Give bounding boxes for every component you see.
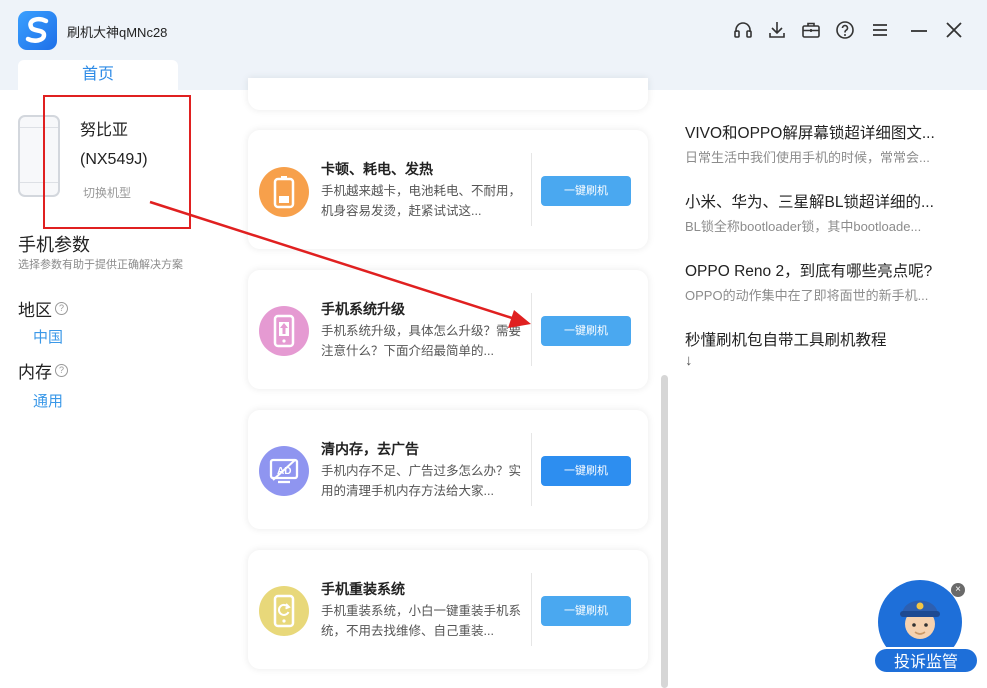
complaint-button[interactable]: 投诉监管 (873, 647, 979, 674)
flash-button[interactable]: 一键刷机 (541, 596, 631, 626)
card-divider (531, 293, 532, 366)
param-label-text: 内存 (18, 363, 52, 382)
article-subtitle: 日常生活中我们使用手机的时候，常常会... (685, 150, 930, 165)
card-reinstall-system: 手机重装系统 手机重装系统，小白一键重装手机系统，不用去找维修、自己重装... … (248, 550, 648, 669)
card-desc: 手机重装系统，小白一键重装手机系统，不用去找维修、自己重装... (321, 604, 522, 638)
param-label-region: 地区 ? (18, 296, 68, 321)
card-divider (531, 153, 532, 226)
card-desc: 手机系统升级，具体怎么升级？需要注意什么？下面介绍最简单的... (321, 324, 522, 358)
app-title: 刷机大神qMNc28 (67, 25, 168, 40)
card-divider (531, 433, 532, 506)
app-logo-icon (18, 11, 57, 50)
toolbox-icon[interactable] (799, 18, 823, 42)
card-clear-memory: AD 清内存，去广告 手机内存不足、广告过多怎么办？实用的清理手机内存方法给大家… (248, 410, 648, 529)
tab-home[interactable]: 首页 (18, 60, 178, 90)
flash-button[interactable]: 一键刷机 (541, 316, 631, 346)
article-subtitle: ↓ (685, 352, 693, 369)
params-title: 手机参数 (18, 235, 90, 255)
phone-reset-icon (259, 586, 309, 636)
mascot-close-icon[interactable]: × (951, 583, 965, 597)
menu-icon[interactable] (868, 18, 892, 42)
help-icon[interactable] (833, 18, 857, 42)
article-title[interactable]: OPPO Reno 2，到底有哪些亮点呢? (685, 259, 955, 281)
question-icon[interactable]: ? (55, 364, 68, 377)
question-icon[interactable]: ? (55, 302, 68, 315)
article-title[interactable]: 小米、华为、三星解BL锁超详细的... (685, 190, 955, 212)
params-subtitle: 选择参数有助于提供正确解决方案 (18, 259, 183, 271)
article-subtitle: OPPO的动作集中在了即将面世的新手机... (685, 288, 929, 303)
card-desc: 手机内存不足、广告过多怎么办？实用的清理手机内存方法给大家... (321, 464, 522, 498)
scrollbar-thumb[interactable] (661, 375, 668, 688)
card-title: 手机重装系统 (321, 581, 405, 597)
title-bar: 刷机大神qMNc28 首页 (0, 0, 987, 90)
article-title[interactable]: 秒懂刷机包自带工具刷机教程 (685, 328, 955, 350)
card-divider (531, 573, 532, 646)
card-title: 手机系统升级 (321, 301, 405, 317)
card-title: 卡顿、耗电、发热 (321, 161, 433, 177)
flash-button[interactable]: 一键刷机 (541, 456, 631, 486)
annotation-highlight-box (43, 95, 191, 229)
flash-button[interactable]: 一键刷机 (541, 176, 631, 206)
param-value-memory[interactable]: 通用 (33, 390, 63, 411)
ad-block-icon: AD (259, 446, 309, 496)
param-label-memory: 内存 ? (18, 358, 68, 383)
close-icon[interactable] (942, 18, 966, 42)
article-title[interactable]: VIVO和OPPO解屏幕锁超详细图文... (685, 121, 955, 143)
card-partial (248, 78, 648, 110)
card-desc: 手机越来越卡，电池耗电、不耐用，机身容易发烫，赶紧试试这... (321, 184, 522, 218)
param-value-region[interactable]: 中国 (33, 326, 63, 347)
download-icon[interactable] (765, 18, 789, 42)
param-label-text: 地区 (18, 301, 52, 320)
article-subtitle: BL锁全称bootloader锁，其中bootloade... (685, 219, 922, 234)
card-title: 清内存，去广告 (321, 441, 419, 457)
phone-upgrade-icon (259, 306, 309, 356)
card-system-upgrade: 手机系统升级 手机系统升级，具体怎么升级？需要注意什么？下面介绍最简单的... … (248, 270, 648, 389)
minimize-icon[interactable] (907, 18, 931, 42)
card-lag-battery-heat: 卡顿、耗电、发热 手机越来越卡，电池耗电、不耐用，机身容易发烫，赶紧试试这...… (248, 130, 648, 249)
battery-icon (259, 167, 309, 217)
headset-icon[interactable] (731, 18, 755, 42)
